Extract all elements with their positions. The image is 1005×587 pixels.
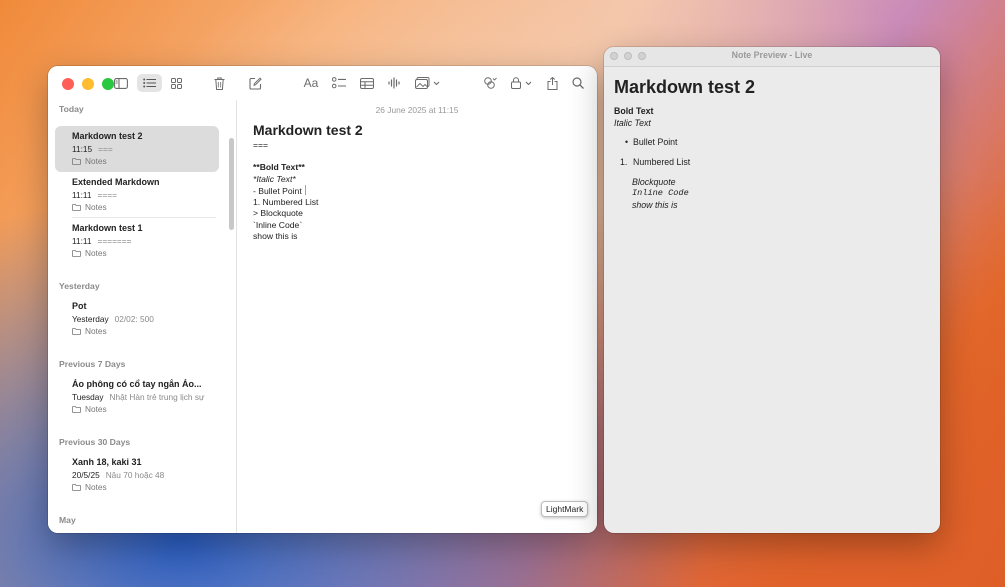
lightmark-tooltip: LightMark [541, 501, 589, 517]
audio-icon[interactable] [386, 74, 402, 92]
share-icon[interactable] [544, 74, 560, 92]
folder-icon [72, 157, 81, 165]
toolbar: Aa [48, 66, 597, 100]
text-format-icon[interactable]: Aa [302, 74, 320, 92]
note-editor[interactable]: 26 June 2025 at 11:15 Markdown test 2 ==… [237, 100, 597, 533]
preview-heading: Markdown test 2 [614, 77, 756, 97]
section-today: Today [59, 104, 84, 114]
preview-bullet-item: Bullet Point [633, 137, 678, 147]
section-previous-30-days: Previous 30 Days [59, 437, 131, 447]
sidebar-scrollbar[interactable] [229, 138, 234, 230]
note-time: 11:11 [72, 190, 92, 200]
preview-titlebar: Note Preview - Live [604, 47, 940, 67]
preview-italic-text: Italic Text [614, 118, 651, 128]
section-previous-7-days: Previous 7 Days [59, 359, 126, 369]
editor-line: **Bold Text** [253, 162, 305, 172]
note-title: Pot [72, 301, 87, 311]
note-title: Markdown test 1 [72, 223, 143, 233]
note-item[interactable]: Pot Yesterday 02/02: 500 Notes [55, 296, 219, 342]
folder-icon [72, 203, 81, 211]
note-item[interactable]: Markdown test 1 11:11 ======= Notes [55, 218, 219, 264]
note-time: 11:15 [72, 144, 93, 154]
folder-icon [72, 405, 81, 413]
note-item[interactable]: Xanh 18, kaki 31 20/5/25 Nâu 70 hoặc 48 N… [55, 452, 219, 498]
note-title: Xanh 18, kaki 31 [72, 457, 142, 467]
editor-line: show this is [253, 231, 298, 241]
folder-icon [72, 483, 81, 491]
sidebar-toggle-icon[interactable] [112, 74, 130, 92]
window-controls [62, 78, 114, 90]
note-date: 26 June 2025 at 11:15 [375, 105, 459, 115]
collaborate-icon[interactable] [482, 74, 498, 92]
preview-trailing-text: show this is [632, 200, 678, 210]
preview-blockquote: Blockquote [632, 177, 676, 187]
editor-line: *Italic Text* [253, 174, 296, 184]
editor-line: `Inline Code` [253, 220, 303, 230]
list-view-icon[interactable] [137, 74, 162, 92]
note-time: Tuesday [72, 392, 104, 402]
media-icon[interactable] [414, 74, 442, 92]
note-folder: Notes [85, 404, 107, 414]
folder-icon [72, 327, 81, 335]
minimize-button[interactable] [82, 78, 94, 90]
note-folder: Notes [85, 482, 107, 492]
note-folder: Notes [85, 326, 107, 336]
note-time: Yesterday [72, 314, 109, 324]
note-title: Áo phông có cổ tay ngắn Áo... [72, 379, 202, 389]
note-snippet: Nhật Hàn trẻ trung lịch sự [109, 392, 205, 402]
trash-icon[interactable] [211, 74, 227, 92]
note-time: 20/5/25 [72, 470, 100, 480]
note-folder: Notes [85, 202, 107, 212]
note-title: Markdown test 2 [72, 131, 143, 141]
preview-bullet-dot: • [625, 137, 629, 147]
note-item[interactable]: Extended Markdown 11:11 ==== Notes [55, 172, 219, 218]
notes-window: Aa Today Markdown test 2 11:15 === Notes… [48, 66, 597, 533]
text-caret [304, 185, 306, 195]
section-yesterday: Yesterday [59, 281, 100, 291]
gallery-view-icon[interactable] [168, 74, 184, 92]
lock-icon[interactable] [510, 74, 534, 92]
preview-list-number: 1. [620, 157, 628, 167]
note-item[interactable]: Áo phông có cổ tay ngắn Áo... Tuesday Nhậ… [55, 374, 219, 420]
note-title-heading: Markdown test 2 [253, 122, 363, 138]
notes-list-sidebar: Today Markdown test 2 11:15 === Notes Ext… [48, 100, 237, 533]
compose-icon[interactable] [247, 74, 263, 92]
note-snippet: === [98, 144, 113, 154]
search-icon[interactable] [570, 74, 586, 92]
note-folder: Notes [85, 248, 107, 258]
folder-icon [72, 249, 81, 257]
note-folder: Notes [85, 156, 107, 166]
note-snippet: ======= [97, 236, 132, 246]
note-time: 11:11 [72, 236, 92, 246]
editor-line: - Bullet Point [253, 185, 306, 196]
editor-line: 1. Numbered List [253, 197, 319, 207]
table-icon[interactable] [359, 74, 375, 92]
checklist-icon[interactable] [331, 74, 347, 92]
editor-line: > Blockquote [253, 208, 303, 218]
note-preview-window: Note Preview - Live Markdown test 2 Bold… [604, 47, 940, 533]
preview-window-title: Note Preview - Live [731, 50, 813, 60]
preview-bold-text: Bold Text [614, 106, 654, 116]
preview-inline-code: Inline Code [632, 188, 689, 198]
note-snippet: 02/02: 500 [114, 314, 154, 324]
close-button[interactable] [62, 78, 74, 90]
editor-line: === [253, 140, 269, 150]
section-may: May [59, 515, 76, 525]
editor-line-text: - Bullet Point [253, 186, 302, 196]
note-snippet: Nâu 70 hoặc 48 [105, 470, 165, 480]
preview-numbered-item: Numbered List [633, 157, 691, 167]
note-item[interactable]: Markdown test 2 11:15 === Notes [55, 126, 219, 172]
note-snippet: ==== [97, 190, 117, 200]
note-title: Extended Markdown [72, 177, 160, 187]
